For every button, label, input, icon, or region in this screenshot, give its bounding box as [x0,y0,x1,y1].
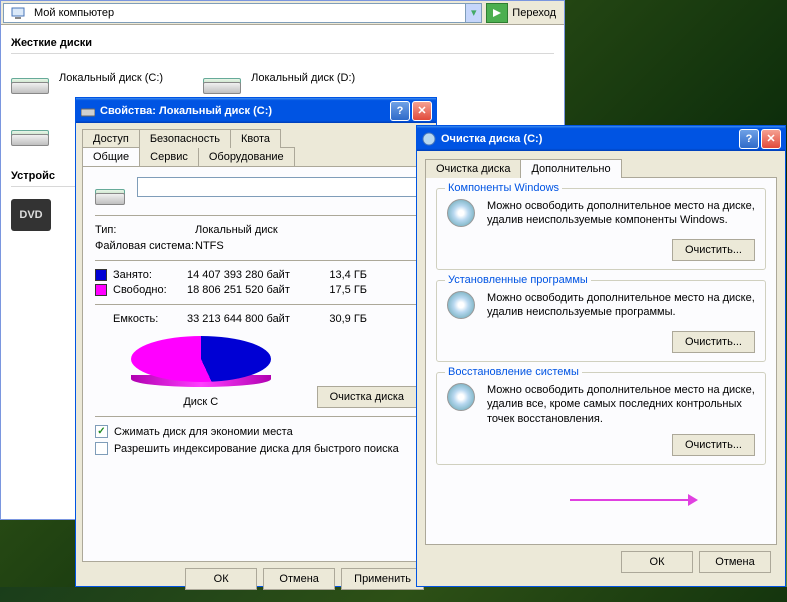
tab-more-options[interactable]: Дополнительно [520,159,621,178]
disk-cleanup-button[interactable]: Очистка диска [317,386,417,408]
used-color-swatch [95,269,107,281]
drive-d[interactable]: Локальный диск (D:) [203,62,355,94]
dvd-drive[interactable]: DVD [11,199,51,231]
free-label: Свободно: [113,284,187,296]
group-text: Можно освободить дополнительное место на… [487,383,755,426]
installed-programs-group: Установленные программы Можно освободить… [436,280,766,362]
disk-icon [11,114,51,146]
group-legend: Компоненты Windows [445,182,562,194]
drive-label: Локальный диск (D:) [251,72,355,84]
pie-chart [131,336,271,392]
group-legend: Установленные программы [445,274,591,286]
windows-components-group: Компоненты Windows Можно освободить допо… [436,188,766,270]
address-bar: Мой компьютер ▾ Переход [1,1,564,25]
dvd-icon: DVD [11,199,51,231]
index-label: Разрешить индексирование диска для быстр… [114,443,399,455]
dialog-title: Очистка диска (C:) [441,133,739,145]
pie-label: Диск C [95,396,307,408]
tab-general[interactable]: Общие [82,147,140,166]
section-hdd-header: Жесткие диски [11,33,554,54]
tab-service[interactable]: Сервис [139,147,199,166]
tab-content-general: Тип: Локальный диск Файловая система: NT… [82,166,430,562]
drive-c[interactable]: Локальный диск (C:) [11,62,163,94]
free-color-swatch [95,284,107,296]
tab-access[interactable]: Доступ [82,129,140,148]
drive-icon [80,103,96,119]
drive-item[interactable] [11,114,51,146]
system-restore-group: Восстановление системы Можно освободить … [436,372,766,465]
fs-value: NTFS [195,240,224,252]
tab-security[interactable]: Безопасность [139,129,231,148]
disk-cleanup-dialog: Очистка диска (C:) ? ✕ Очистка диска Доп… [416,125,786,587]
help-button[interactable]: ? [390,101,410,121]
type-label: Тип: [95,224,195,236]
free-bytes: 18 806 251 520 байт [187,284,317,296]
group-text: Можно освободить дополнительное место на… [487,199,755,231]
used-label: Занято: [113,269,187,281]
tab-quota[interactable]: Квота [230,129,281,148]
cancel-button[interactable]: Отмена [699,551,771,573]
installer-icon [447,199,479,231]
cleanup-restore-button[interactable]: Очистить... [672,434,755,456]
group-text: Можно освободить дополнительное место на… [487,291,755,323]
address-combo[interactable]: Мой компьютер ▾ [3,3,482,23]
properties-dialog: Свойства: Локальный диск (C:) ? ✕ Доступ… [75,97,437,587]
tab-content-more: Компоненты Windows Можно освободить допо… [425,177,777,545]
go-button[interactable] [486,3,508,23]
drive-big-icon [95,177,127,205]
free-gb: 17,5 ГБ [317,284,367,296]
help-button[interactable]: ? [739,129,759,149]
used-gb: 13,4 ГБ [317,269,367,281]
close-button[interactable]: ✕ [761,129,781,149]
close-button[interactable]: ✕ [412,101,432,121]
installer-icon [447,291,479,323]
tab-cleanup[interactable]: Очистка диска [425,159,521,178]
index-checkbox[interactable] [95,442,108,455]
computer-icon [10,5,26,21]
drive-label: Локальный диск (C:) [59,72,163,84]
go-label: Переход [512,7,556,19]
volume-label-input[interactable] [137,177,417,197]
titlebar[interactable]: Свойства: Локальный диск (C:) ? ✕ [76,98,436,123]
dialog-title: Свойства: Локальный диск (C:) [100,105,390,117]
used-bytes: 14 407 393 280 байт [187,269,317,281]
disk-icon [203,62,243,94]
address-text: Мой компьютер [30,7,465,19]
capacity-label: Емкость: [113,313,187,325]
tab-hardware[interactable]: Оборудование [198,147,295,166]
disk-icon [11,62,51,94]
address-dropdown-icon[interactable]: ▾ [465,4,481,22]
installer-icon [447,383,479,415]
type-value: Локальный диск [195,224,278,236]
ok-button[interactable]: ОК [621,551,693,573]
fs-label: Файловая система: [95,240,195,252]
capacity-gb: 30,9 ГБ [317,313,367,325]
cleanup-programs-button[interactable]: Очистить... [672,331,755,353]
cleanup-components-button[interactable]: Очистить... [672,239,755,261]
capacity-bytes: 33 213 644 800 байт [187,313,317,325]
titlebar[interactable]: Очистка диска (C:) ? ✕ [417,126,785,151]
compress-checkbox[interactable]: ✓ [95,425,108,438]
compress-label: Сжимать диск для экономии места [114,426,293,438]
group-legend: Восстановление системы [445,366,582,378]
